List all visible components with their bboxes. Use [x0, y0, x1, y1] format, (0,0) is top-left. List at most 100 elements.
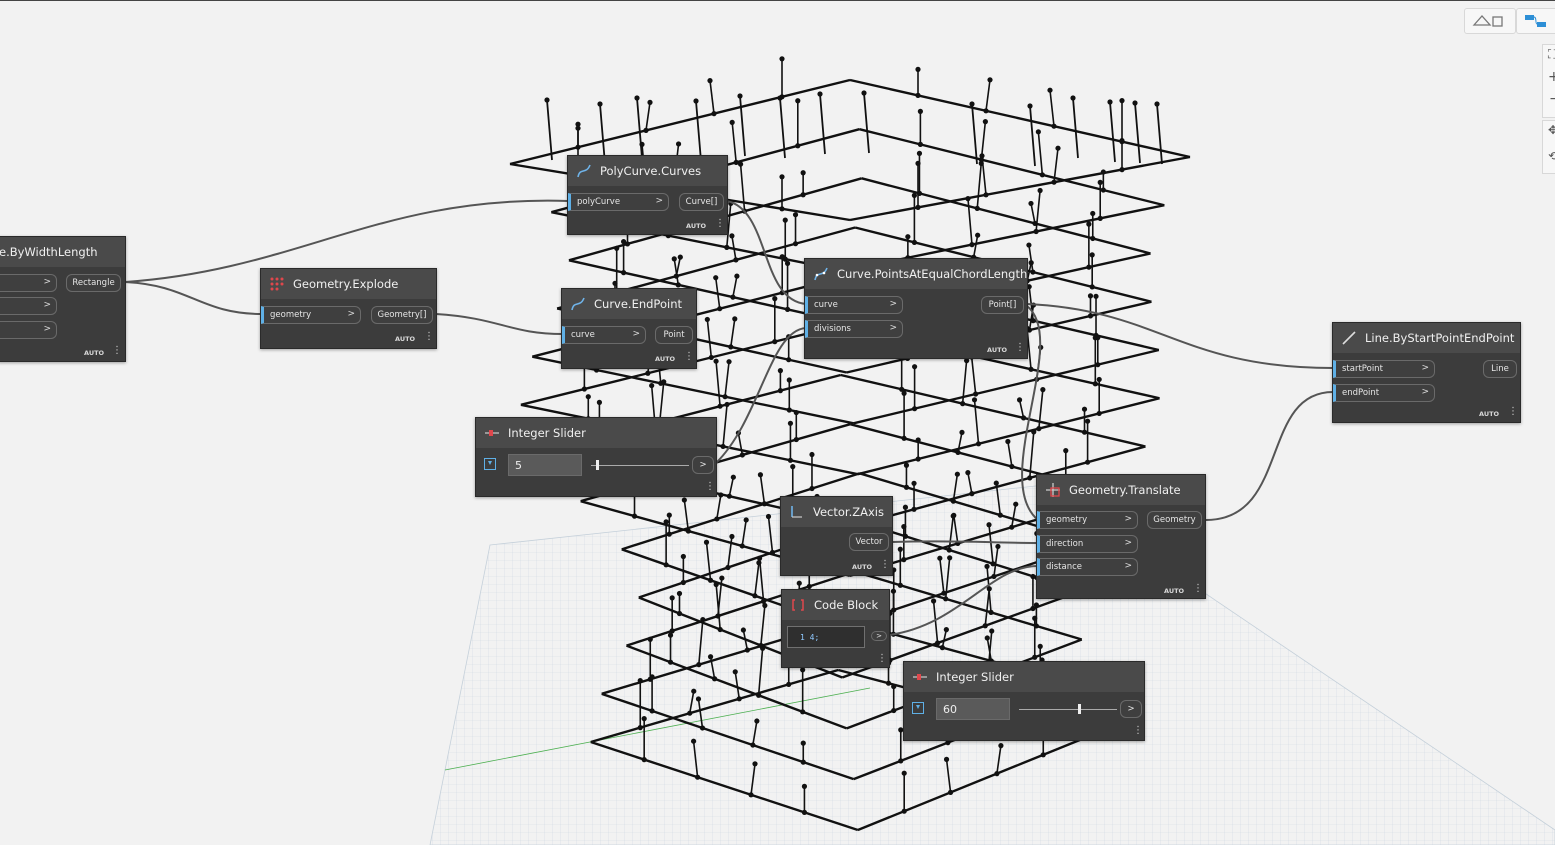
output-port-code[interactable]: >	[871, 631, 887, 641]
node-geometry-explode[interactable]: Geometry.Explode geometry > Geometry[] AU…	[260, 268, 437, 349]
node-header[interactable]: Geometry.Translate	[1037, 475, 1205, 505]
input-port-geometry[interactable]: geometry >	[261, 306, 361, 324]
node-menu-icon[interactable]: ⋮	[1508, 407, 1518, 417]
node-menu-icon[interactable]: ⋮	[684, 352, 694, 362]
output-port-rectangle[interactable]: Rectangle	[66, 274, 121, 292]
graph-view-icon[interactable]	[1523, 11, 1553, 31]
wire-point	[916, 150, 923, 156]
input-port-distance[interactable]: distance >	[1037, 558, 1138, 576]
output-port-line[interactable]: Line	[1483, 360, 1517, 378]
output-port-point[interactable]: Point	[655, 326, 693, 344]
node-menu-icon[interactable]: ⋮	[424, 332, 434, 342]
node-menu-icon[interactable]: ⋮	[877, 654, 887, 664]
node-geometry-translate[interactable]: Geometry.Translate geometry > direction > …	[1036, 474, 1206, 599]
output-port-geometry[interactable]: Geometry	[1147, 511, 1202, 529]
auto-label: AUTO	[852, 563, 873, 571]
node-code-block[interactable]: Code Block 1 4; > ⋮	[781, 589, 890, 668]
node-menu-icon[interactable]: ⋮	[880, 560, 890, 570]
input-port-width[interactable]: >	[0, 274, 57, 292]
wire-point	[786, 377, 792, 383]
slider-thumb[interactable]	[595, 460, 599, 470]
input-port-end-point[interactable]: endPoint >	[1333, 384, 1435, 402]
node-header[interactable]: PolyCurve.Curves	[568, 156, 727, 186]
wire-point	[641, 716, 647, 722]
wire-point	[596, 399, 603, 405]
slider-track[interactable]	[1019, 709, 1117, 710]
wire-point	[707, 78, 713, 84]
node-polycurve-curves[interactable]: PolyCurve.Curves polyCurve > Curve[] AUTO…	[567, 155, 728, 235]
wire-point	[1055, 145, 1061, 151]
zoom-to-fit-icon[interactable]: ⛶	[1548, 47, 1555, 62]
node-menu-icon[interactable]: ⋮	[1193, 584, 1203, 594]
node-title: e.ByWidthLength	[0, 245, 98, 259]
orbit-icon[interactable]: ⟲	[1548, 149, 1555, 163]
node-header[interactable]: Integer Slider	[476, 418, 716, 448]
input-port-origin[interactable]: >	[0, 321, 57, 339]
wire-point	[734, 273, 740, 279]
node-header[interactable]: Code Block	[782, 590, 889, 620]
output-port-vector[interactable]: Vector	[849, 533, 889, 551]
output-port-value[interactable]: >	[1120, 700, 1142, 718]
node-header[interactable]: Vector.ZAxis	[781, 497, 892, 527]
input-port-geometry[interactable]: geometry >	[1037, 511, 1138, 529]
geometry-view-icon[interactable]	[1470, 11, 1510, 31]
node-header[interactable]: Geometry.Explode	[261, 269, 436, 299]
output-port-curves[interactable]: Curve[]	[679, 193, 724, 211]
node-menu-icon[interactable]: ⋮	[705, 482, 715, 492]
wire-segment	[1029, 105, 1036, 167]
zoom-out-icon[interactable]: −	[1549, 91, 1555, 107]
node-header[interactable]: Curve.PointsAtEqualChordLength	[805, 259, 1027, 289]
input-port-polycurve[interactable]: polyCurve >	[568, 193, 669, 211]
slider-expand-icon[interactable]	[484, 458, 496, 470]
canvas-viewport[interactable]: e.ByWidthLength > > > Rectangle AUTO ⋮ G…	[0, 0, 1555, 845]
zoom-in-icon[interactable]: +	[1548, 69, 1555, 85]
wire-point	[713, 275, 719, 281]
output-port-geometry-list[interactable]: Geometry[]	[371, 306, 433, 324]
output-port-value[interactable]: >	[692, 456, 714, 474]
wire-point	[1097, 179, 1103, 185]
input-port-curve[interactable]: curve >	[805, 296, 903, 314]
node-header[interactable]: Curve.EndPoint	[562, 289, 696, 319]
slider-value-input[interactable]: 60	[936, 698, 1010, 720]
node-menu-icon[interactable]: ⋮	[112, 346, 122, 356]
wire-point	[1005, 438, 1011, 445]
wire-point	[959, 429, 965, 435]
wire-point	[737, 93, 743, 99]
wire-segment	[1007, 441, 1013, 467]
wire-point	[905, 234, 911, 240]
pan-icon[interactable]: ✥	[1548, 123, 1555, 137]
wire-segment	[976, 163, 983, 209]
wire-segment	[731, 122, 737, 163]
node-line-by-start-point-end-point[interactable]: Line.ByStartPointEndPoint startPoint > en…	[1332, 322, 1521, 423]
node-rectangle-by-width-length[interactable]: e.ByWidthLength > > > Rectangle AUTO ⋮	[0, 236, 126, 362]
node-menu-icon[interactable]: ⋮	[1133, 726, 1143, 736]
input-port-start-point[interactable]: startPoint >	[1333, 360, 1435, 378]
slider-thumb[interactable]	[1077, 704, 1081, 714]
slider-value-input[interactable]: 5	[508, 454, 582, 476]
node-curve-endpoint[interactable]: Curve.EndPoint curve > Point AUTO ⋮	[561, 288, 697, 369]
wire-point	[677, 254, 683, 260]
node-header[interactable]: e.ByWidthLength	[0, 237, 125, 267]
code-editor[interactable]: 1 4;	[787, 626, 865, 648]
slider-expand-icon[interactable]	[912, 702, 924, 714]
node-vector-zaxis[interactable]: Vector.ZAxis Vector AUTO ⋮	[780, 496, 893, 576]
input-port-length[interactable]: >	[0, 297, 57, 315]
slider-track[interactable]	[591, 465, 689, 466]
wire-point	[669, 595, 675, 601]
input-port-curve[interactable]: curve >	[562, 326, 646, 344]
node-menu-icon[interactable]: ⋮	[1015, 343, 1025, 353]
wire-point	[729, 533, 735, 540]
wire-point	[861, 90, 867, 96]
node-header[interactable]: Line.ByStartPointEndPoint	[1333, 323, 1520, 353]
node-integer-slider-divisions[interactable]: Integer Slider 5 > ⋮	[475, 417, 717, 497]
output-port-points[interactable]: Point[]	[981, 296, 1024, 314]
wire-segment	[716, 494, 722, 520]
node-integer-slider-distance[interactable]: Integer Slider 60 > ⋮	[903, 661, 1145, 741]
input-port-divisions[interactable]: divisions >	[805, 320, 903, 338]
node-curve-points-at-equal-chord-length[interactable]: Curve.PointsAtEqualChordLength curve > di…	[804, 258, 1028, 359]
node-header[interactable]: Integer Slider	[904, 662, 1144, 692]
node-menu-icon[interactable]: ⋮	[715, 219, 725, 229]
wire-point	[1038, 344, 1044, 350]
input-port-direction[interactable]: direction >	[1037, 535, 1138, 553]
wire-segment	[1156, 103, 1163, 165]
